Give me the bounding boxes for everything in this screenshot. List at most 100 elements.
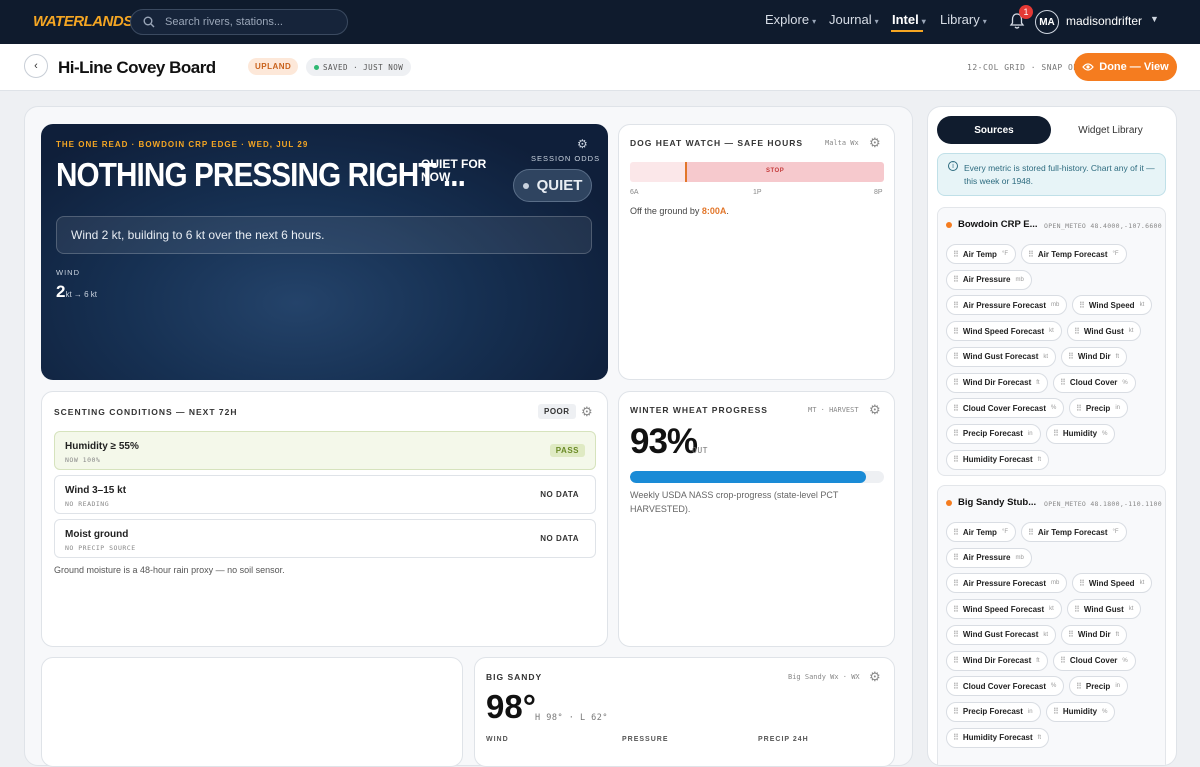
- metric-chip[interactable]: ⠿ Air Pressure Forecast mb: [946, 295, 1068, 316]
- drag-handle-icon[interactable]: ⠿: [953, 429, 959, 438]
- drag-handle-icon[interactable]: ⠿: [953, 327, 959, 336]
- drag-handle-icon[interactable]: ⠿: [1028, 250, 1034, 259]
- drag-handle-icon[interactable]: ⠿: [953, 579, 959, 588]
- empty-widget-card[interactable]: [41, 657, 463, 767]
- drag-handle-icon[interactable]: ⠿: [953, 553, 959, 562]
- big-sandy-card[interactable]: BIG SANDY Big Sandy Wx · WX ⚙ 98° H 98° …: [474, 657, 895, 767]
- dog-heat-card[interactable]: DOG HEAT WATCH — SAFE HOURS Malta Wx ⚙ S…: [618, 124, 895, 380]
- metric-chip[interactable]: ⠿ Air Temp Forecast °F: [1021, 522, 1127, 542]
- source-card[interactable]: Bowdoin CRP E... OPEN_METEO 48.4000,-107…: [937, 207, 1166, 476]
- scenting-card[interactable]: SCENTING CONDITIONS — NEXT 72H POOR ⚙ Hu…: [41, 391, 608, 647]
- source-card[interactable]: Big Sandy Stub... OPEN_METEO 48.1800,-11…: [937, 485, 1166, 765]
- one-read-card[interactable]: THE ONE READ · BOWDOIN CRP EDGE · WED, J…: [41, 124, 608, 380]
- metric-chip[interactable]: ⠿ Air Pressure mb: [946, 269, 1032, 290]
- drag-handle-icon[interactable]: ⠿: [1028, 528, 1034, 537]
- heat-tick-6a: 6A: [630, 189, 639, 196]
- back-button[interactable]: ‹: [24, 54, 48, 78]
- drag-handle-icon[interactable]: ⠿: [953, 250, 959, 259]
- nav-explore[interactable]: Explore ▾: [765, 12, 816, 27]
- drag-handle-icon[interactable]: ⠿: [1060, 378, 1066, 387]
- done-view-button[interactable]: Done — View: [1074, 53, 1177, 81]
- gear-icon[interactable]: ⚙: [581, 404, 593, 420]
- metric-chip[interactable]: ⠿ Cloud Cover%: [1053, 372, 1136, 393]
- metric-chip[interactable]: ⠿ Wind Dir Forecast ft: [946, 650, 1048, 671]
- drag-handle-icon[interactable]: ⠿: [1074, 605, 1080, 614]
- metric-chip[interactable]: ⠿ Wind Gust Forecast kt: [946, 346, 1057, 367]
- metric-chip[interactable]: ⠿ Wind Dir ft: [1061, 346, 1128, 367]
- metric-chip[interactable]: ⠿ Humidity%: [1046, 701, 1116, 722]
- drag-handle-icon[interactable]: ⠿: [953, 733, 959, 742]
- metric-chip[interactable]: ⠿ Air Pressure mb: [946, 547, 1032, 568]
- metric-chip[interactable]: ⠿ Air Temp Forecast °F: [1021, 244, 1127, 264]
- drag-handle-icon[interactable]: ⠿: [953, 275, 959, 284]
- drag-handle-icon[interactable]: ⠿: [1079, 301, 1085, 310]
- metric-chip[interactable]: ⠿ Precip in: [1069, 676, 1128, 697]
- drag-handle-icon[interactable]: ⠿: [953, 630, 959, 639]
- drag-handle-icon[interactable]: ⠿: [953, 378, 959, 387]
- metric-chip[interactable]: ⠿ Cloud Cover Forecast%: [946, 676, 1065, 697]
- metric-chip[interactable]: ⠿ Precip in: [1069, 398, 1128, 419]
- drag-handle-icon[interactable]: ⠿: [1076, 404, 1082, 413]
- gear-icon[interactable]: ⚙: [577, 137, 588, 151]
- metric-chip[interactable]: ⠿ Wind Speed kt: [1072, 573, 1153, 594]
- heat-tick-8p: 8P: [874, 189, 883, 196]
- chevron-down-icon[interactable]: ▼: [1150, 14, 1159, 24]
- metric-chip-unit: ft: [1036, 657, 1040, 664]
- drag-handle-icon[interactable]: ⠿: [1068, 630, 1074, 639]
- wheat-progress-fill: [630, 471, 867, 483]
- metric-chip[interactable]: ⠿ Precip Forecast in: [946, 423, 1041, 444]
- board-title[interactable]: Hi-Line Covey Board: [58, 58, 216, 78]
- metric-chip[interactable]: ⠿ Wind Gust kt: [1067, 599, 1142, 620]
- drag-handle-icon[interactable]: ⠿: [953, 656, 959, 665]
- drag-handle-icon[interactable]: ⠿: [1076, 682, 1082, 691]
- drag-handle-icon[interactable]: ⠿: [1053, 429, 1059, 438]
- gear-icon[interactable]: ⚙: [869, 402, 881, 418]
- wheat-progress-card[interactable]: WINTER WHEAT PROGRESS MT · HARVEST ⚙ 93%…: [618, 391, 895, 647]
- tab-sources[interactable]: Sources: [937, 116, 1051, 144]
- metric-chip[interactable]: ⠿ Wind Gust kt: [1067, 321, 1142, 342]
- metric-chip[interactable]: ⠿ Air Temp °F: [946, 244, 1017, 264]
- hero-headline: NOTHING PRESSING RIGHT ...: [56, 156, 466, 193]
- metric-chip[interactable]: ⠿ Wind Speed Forecast kt: [946, 599, 1062, 620]
- drag-handle-icon[interactable]: ⠿: [1053, 707, 1059, 716]
- nav-intel[interactable]: Intel ▾: [892, 12, 926, 27]
- gear-icon[interactable]: ⚙: [869, 669, 881, 685]
- drag-handle-icon[interactable]: ⠿: [953, 528, 959, 537]
- metric-chip[interactable]: ⠿ Wind Speed kt: [1072, 295, 1153, 316]
- drag-handle-icon[interactable]: ⠿: [1074, 327, 1080, 336]
- metric-chip[interactable]: ⠿ Air Pressure Forecast mb: [946, 573, 1068, 594]
- drag-handle-icon[interactable]: ⠿: [953, 352, 959, 361]
- nav-journal[interactable]: Journal ▾: [829, 12, 879, 27]
- metric-chip[interactable]: ⠿ Humidity Forecast ft: [946, 449, 1049, 470]
- avatar[interactable]: MA: [1035, 10, 1059, 34]
- nav-library[interactable]: Library ▾: [940, 12, 987, 27]
- metric-chip[interactable]: ⠿ Precip Forecast in: [946, 701, 1041, 722]
- metric-chip[interactable]: ⠿ Wind Speed Forecast kt: [946, 321, 1062, 342]
- drag-handle-icon[interactable]: ⠿: [953, 455, 959, 464]
- search-input[interactable]: Search rivers, stations...: [130, 9, 348, 35]
- metric-chip[interactable]: ⠿ Wind Dir ft: [1061, 624, 1128, 645]
- drag-handle-icon[interactable]: ⠿: [1079, 579, 1085, 588]
- drag-handle-icon[interactable]: ⠿: [1060, 656, 1066, 665]
- metric-chip[interactable]: ⠿ Cloud Cover%: [1053, 650, 1136, 671]
- metric-chip-label: Cloud Cover Forecast: [962, 681, 1046, 691]
- drag-handle-icon[interactable]: ⠿: [953, 682, 959, 691]
- username[interactable]: madisondrifter: [1066, 14, 1142, 28]
- drag-handle-icon[interactable]: ⠿: [953, 301, 959, 310]
- gear-icon[interactable]: ⚙: [869, 135, 881, 151]
- metric-chip[interactable]: ⠿ Air Temp °F: [946, 522, 1017, 542]
- waterlands-logo[interactable]: WATERLANDS: [33, 13, 133, 30]
- metric-chip[interactable]: ⠿ Humidity Forecast ft: [946, 727, 1049, 748]
- big-sandy-pressure-label: PRESSURE: [622, 736, 669, 743]
- drag-handle-icon[interactable]: ⠿: [953, 605, 959, 614]
- tab-widget-library[interactable]: Widget Library: [1053, 116, 1168, 144]
- metric-chip[interactable]: ⠿ Cloud Cover Forecast%: [946, 398, 1065, 419]
- drag-handle-icon[interactable]: ⠿: [953, 404, 959, 413]
- drag-handle-icon[interactable]: ⠿: [1068, 352, 1074, 361]
- wheat-note: Weekly USDA NASS crop-progress (state-le…: [630, 490, 839, 514]
- metric-chip[interactable]: ⠿ Wind Gust Forecast kt: [946, 624, 1057, 645]
- metric-chip[interactable]: ⠿ Humidity%: [1046, 423, 1116, 444]
- wheat-out-label: OUT: [692, 446, 708, 455]
- drag-handle-icon[interactable]: ⠿: [953, 707, 959, 716]
- metric-chip[interactable]: ⠿ Wind Dir Forecast ft: [946, 372, 1048, 393]
